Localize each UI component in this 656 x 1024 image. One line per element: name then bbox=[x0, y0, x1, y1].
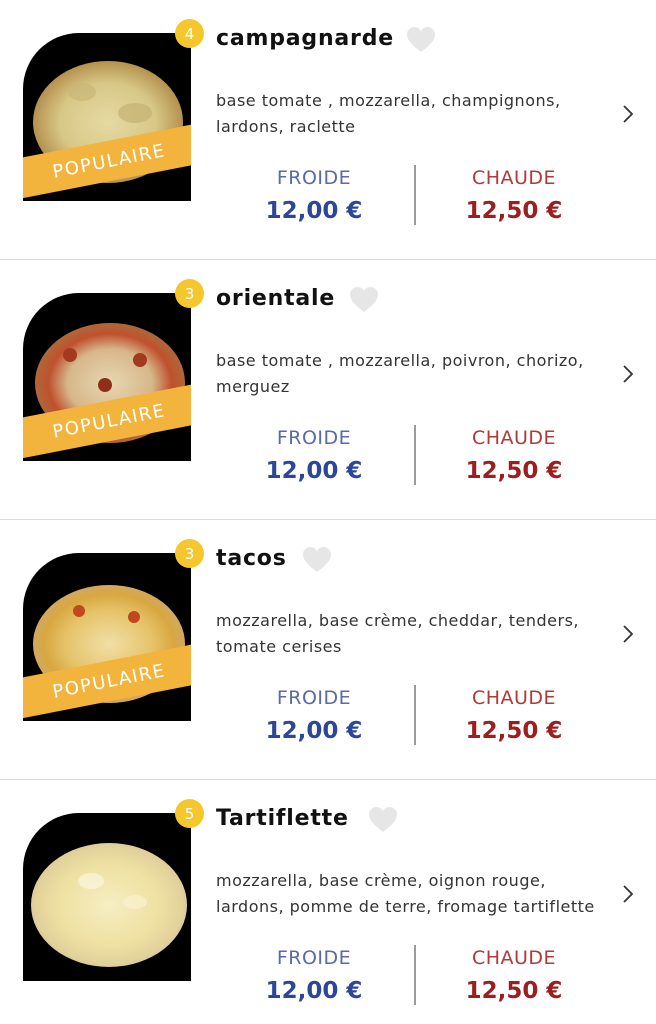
price-froide[interactable]: FROIDE 12,00 € bbox=[224, 686, 404, 744]
heart-icon[interactable] bbox=[302, 546, 332, 574]
product-description: mozzarella, base crème, oignon rouge, la… bbox=[216, 871, 595, 916]
chevron-right-icon[interactable] bbox=[620, 103, 636, 125]
froide-label: FROIDE bbox=[276, 427, 352, 449]
product-card-tartiflette[interactable]: 5 Tartiflette mozzarella, base crème, oi… bbox=[0, 780, 656, 1024]
chaude-label: CHAUDE bbox=[471, 947, 557, 969]
froide-price: 12,00 € bbox=[265, 718, 363, 744]
froide-price: 12,00 € bbox=[265, 198, 363, 224]
heart-icon[interactable] bbox=[349, 286, 379, 314]
chaude-label: CHAUDE bbox=[471, 687, 557, 709]
product-name: campagnarde bbox=[216, 26, 394, 51]
rating-badge: 3 bbox=[175, 539, 204, 568]
price-froide[interactable]: FROIDE 12,00 € bbox=[224, 426, 404, 484]
froide-label: FROIDE bbox=[276, 687, 352, 709]
pizza-image: POPULAIRE bbox=[23, 293, 191, 461]
chevron-right-icon[interactable] bbox=[620, 363, 636, 385]
product-card-campagnarde[interactable]: POPULAIRE 4 campagnarde base tomate , mo… bbox=[0, 0, 656, 260]
froide-label: FROIDE bbox=[276, 947, 352, 969]
pizza-image: POPULAIRE bbox=[23, 33, 191, 201]
pizza-image bbox=[23, 813, 191, 981]
price-divider bbox=[414, 685, 416, 745]
rating-badge: 4 bbox=[175, 19, 204, 48]
pizza-image: POPULAIRE bbox=[23, 553, 191, 721]
chaude-price: 12,50 € bbox=[465, 198, 563, 224]
rating-badge: 3 bbox=[175, 279, 204, 308]
chaude-label: CHAUDE bbox=[471, 427, 557, 449]
product-card-orientale[interactable]: POPULAIRE 3 orientale base tomate , mozz… bbox=[0, 260, 656, 520]
price-divider bbox=[414, 425, 416, 485]
froide-price: 12,00 € bbox=[265, 978, 363, 1004]
price-divider bbox=[414, 165, 416, 225]
product-description: base tomate , mozzarella, poivron, chori… bbox=[216, 351, 584, 396]
chevron-right-icon[interactable] bbox=[620, 883, 636, 905]
product-description: base tomate , mozzarella, champignons, l… bbox=[216, 91, 561, 136]
price-chaude[interactable]: CHAUDE 12,50 € bbox=[424, 686, 604, 744]
heart-icon[interactable] bbox=[406, 26, 436, 54]
price-froide[interactable]: FROIDE 12,00 € bbox=[224, 946, 404, 1004]
price-chaude[interactable]: CHAUDE 12,50 € bbox=[424, 426, 604, 484]
chaude-price: 12,50 € bbox=[465, 718, 563, 744]
product-name: Tartiflette bbox=[216, 806, 349, 831]
price-divider bbox=[414, 945, 416, 1005]
chevron-right-icon[interactable] bbox=[620, 623, 636, 645]
froide-price: 12,00 € bbox=[265, 458, 363, 484]
price-chaude[interactable]: CHAUDE 12,50 € bbox=[424, 946, 604, 1004]
product-description: mozzarella, base crème, cheddar, tenders… bbox=[216, 611, 580, 656]
product-list: POPULAIRE 4 campagnarde base tomate , mo… bbox=[0, 0, 656, 1024]
product-card-tacos[interactable]: POPULAIRE 3 tacos mozzarella, base crème… bbox=[0, 520, 656, 780]
product-name: tacos bbox=[216, 546, 287, 571]
heart-icon[interactable] bbox=[368, 806, 398, 834]
product-name: orientale bbox=[216, 286, 336, 311]
rating-badge: 5 bbox=[175, 799, 204, 828]
price-chaude[interactable]: CHAUDE 12,50 € bbox=[424, 166, 604, 224]
chaude-label: CHAUDE bbox=[471, 167, 557, 189]
froide-label: FROIDE bbox=[276, 167, 352, 189]
price-froide[interactable]: FROIDE 12,00 € bbox=[224, 166, 404, 224]
chaude-price: 12,50 € bbox=[465, 458, 563, 484]
chaude-price: 12,50 € bbox=[465, 978, 563, 1004]
